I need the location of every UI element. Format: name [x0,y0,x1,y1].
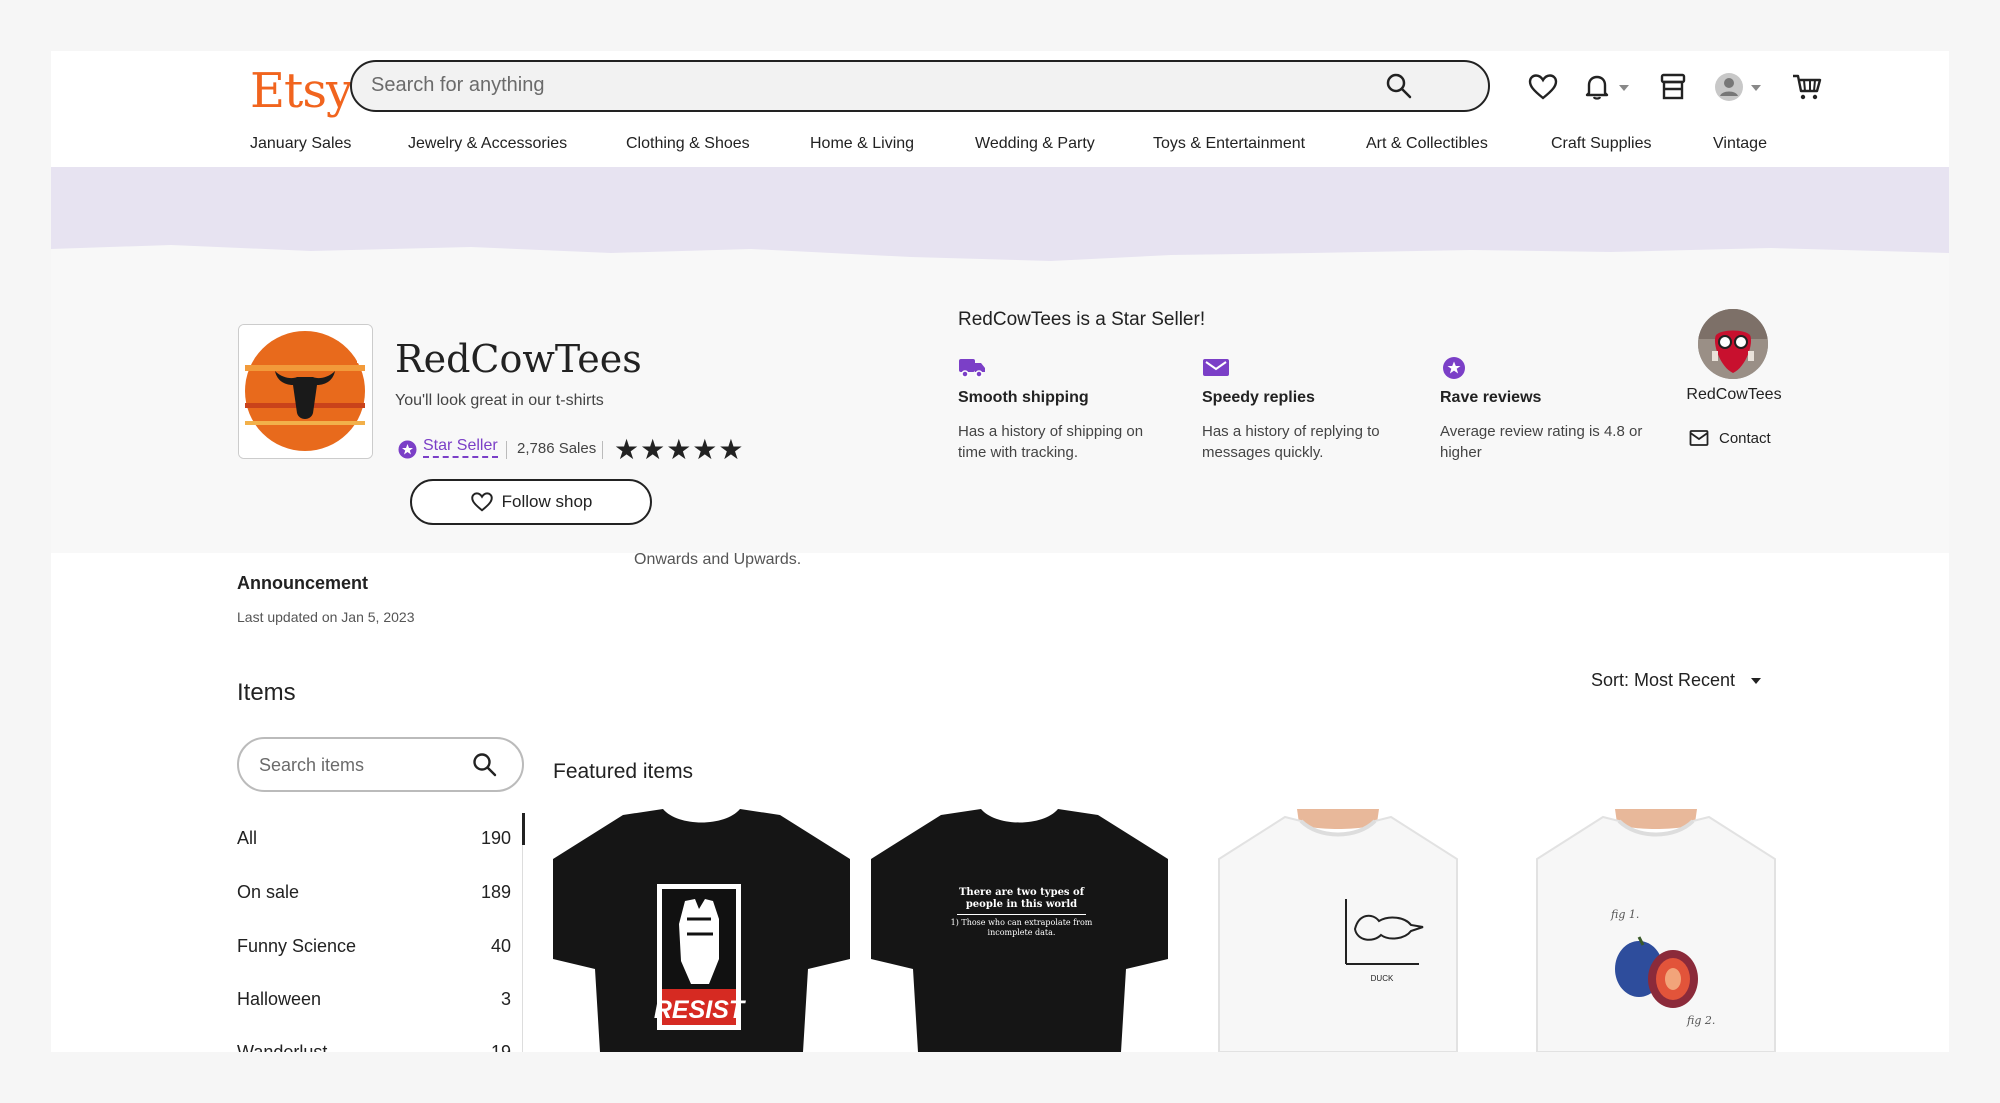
chevron-down-icon[interactable] [1618,83,1630,93]
star-seller-title: RedCowTees is a Star Seller! [958,309,1206,330]
category-item-on-sale[interactable]: On sale 189 [237,882,511,903]
nav-art-collectibles[interactable]: Art & Collectibles [1366,135,1488,153]
category-name: All [237,828,258,848]
item-search-input[interactable]: Search items [259,755,364,776]
shirt-print-text: There are two types of people in this wo… [958,887,1085,910]
sort-label: Sort: Most Recent [1591,670,1736,690]
feature-title: Rave reviews [1440,389,1542,406]
owner-avatar[interactable] [1698,309,1768,379]
contact-label: Contact [1719,429,1771,447]
shirt-print-text: RESIST [654,996,747,1024]
announcement-heading: Announcement [237,573,369,593]
shop-manager-icon[interactable] [1657,71,1689,103]
product-image: fig 1. fig 2. [1507,809,1804,1052]
notifications-bell-icon[interactable] [1581,71,1613,103]
account-avatar-icon[interactable] [1713,71,1745,103]
category-name: Halloween [237,989,322,1009]
shirt-print-text: 1) Those who can extrapolate from incomp… [950,918,1093,937]
announcement-text: Onwards and Upwards. [634,551,802,568]
category-item-funny-science[interactable]: Funny Science 40 [237,936,511,957]
star-seller-link[interactable]: Star Seller [423,437,498,458]
featured-item-card[interactable]: RESIST [553,809,850,1052]
nav-clothing-shoes[interactable]: Clothing & Shoes [626,135,750,153]
search-icon[interactable] [1385,72,1413,100]
category-count: 190 [480,828,511,848]
category-item-all[interactable]: All 190 [237,828,511,849]
envelope-icon [1689,430,1709,446]
product-image: RESIST [553,809,850,1052]
announcement-date: Last updated on Jan 5, 2023 [237,609,415,625]
feature-title: Speedy replies [1202,389,1315,406]
shirt-print-text: fig 2. [1686,1014,1715,1027]
shirt-print-text: DUCK [1371,974,1394,983]
featured-items-heading: Featured items [553,760,694,783]
follow-shop-button[interactable]: Follow shop [410,479,652,525]
category-count: 3 [500,989,511,1009]
nav-home-living[interactable]: Home & Living [810,135,914,153]
nav-jewelry-accessories[interactable]: Jewelry & Accessories [408,135,567,153]
shop-tagline: You'll look great in our t-shirts [395,392,604,409]
heart-icon [470,492,493,512]
truck-icon [959,359,985,378]
owner-name[interactable]: RedCowTees [1684,386,1784,404]
featured-item-card[interactable]: There are two types of people in this wo… [871,809,1168,1052]
feature-title: Smooth shipping [958,389,1089,406]
category-item-wanderlust[interactable]: Wanderlust 19 [237,1042,511,1052]
feature-description: Average review rating is 4.8 or higher [1440,423,1643,461]
sales-count: 2,786 Sales [517,440,597,457]
shop-name: RedCowTees [395,337,642,381]
category-name: Funny Science [237,936,357,956]
sort-dropdown[interactable]: Sort: Most Recent [1591,670,1762,691]
category-name: On sale [237,882,300,902]
category-name: Wanderlust [237,1042,328,1052]
cart-icon[interactable] [1791,71,1823,103]
featured-item-card[interactable]: DUCK [1189,809,1486,1052]
category-item-halloween[interactable]: Halloween 3 [237,989,511,1010]
items-heading: Items [237,679,296,706]
feature-description: Has a history of replying to messages qu… [1202,423,1380,461]
rating-stars[interactable]: ★★★★★ [614,433,745,466]
banner-torn-edge [51,245,1949,281]
search-input[interactable]: Search for anything [371,74,544,97]
star-badge-icon [1443,357,1465,379]
product-image: DUCK [1189,809,1486,1052]
nav-wedding-party[interactable]: Wedding & Party [975,135,1095,153]
active-category-indicator [522,813,525,845]
divider [602,441,603,459]
shirt-print-text: fig 1. [1610,908,1639,921]
favorites-heart-icon[interactable] [1527,71,1559,103]
featured-item-card[interactable]: fig 1. fig 2. [1507,809,1804,1052]
star-seller-badge-icon [398,440,417,459]
nav-january-sales[interactable]: January Sales [250,135,351,153]
message-icon [1203,359,1229,376]
category-count: 189 [480,882,511,902]
nav-craft-supplies[interactable]: Craft Supplies [1551,135,1652,153]
divider [506,441,507,459]
etsy-shop-page: Etsy Search for anything January Sales J… [51,51,1949,1052]
nav-toys-entertainment[interactable]: Toys & Entertainment [1153,135,1305,153]
follow-shop-label: Follow shop [501,492,593,511]
product-image: There are two types of people in this wo… [871,809,1168,1052]
chevron-down-icon[interactable] [1750,83,1762,93]
category-count: 19 [490,1042,511,1052]
category-count: 40 [490,936,511,956]
etsy-logo[interactable]: Etsy [250,63,353,119]
search-icon[interactable] [472,752,498,778]
shop-logo[interactable] [238,324,373,459]
category-list-rule [522,813,523,1052]
caret-down-icon [1751,678,1762,684]
contact-button[interactable]: Contact [1689,429,1771,447]
feature-description: Has a history of shipping on time with t… [958,423,1144,461]
nav-vintage[interactable]: Vintage [1713,135,1767,153]
